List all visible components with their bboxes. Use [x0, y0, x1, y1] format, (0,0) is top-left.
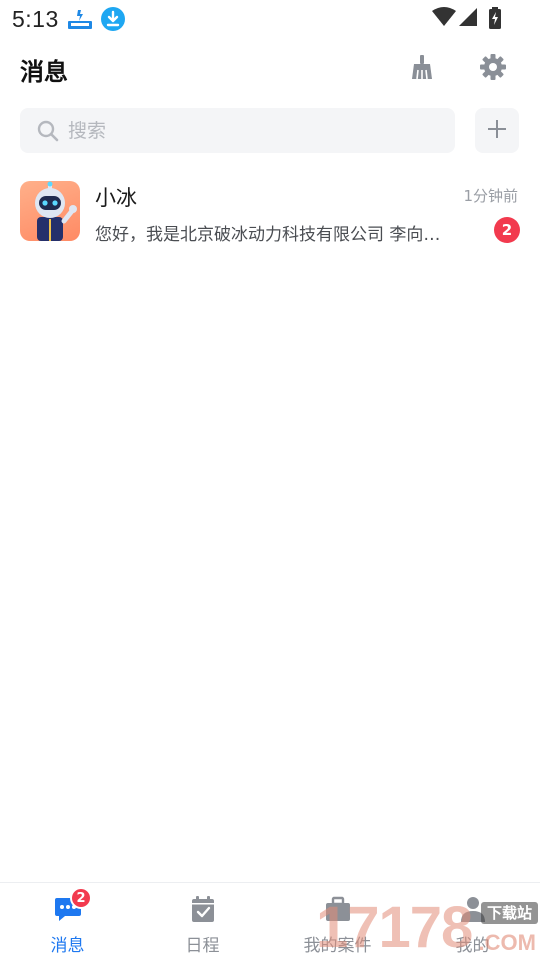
battery-charging-icon — [488, 7, 502, 33]
watermark-domain: .COM — [478, 930, 536, 955]
settings-button[interactable] — [476, 52, 510, 86]
calendar-check-icon — [188, 895, 218, 923]
watermark-number: 17178 — [316, 895, 473, 960]
search-box[interactable] — [20, 108, 455, 153]
tab-schedule[interactable]: 日程 — [135, 883, 270, 960]
app-notification-icon — [68, 8, 92, 30]
search-icon — [36, 119, 60, 147]
app-header: 消息 — [0, 44, 540, 94]
page-title: 消息 — [20, 58, 68, 86]
download-icon — [101, 7, 125, 31]
watermark-tag: 下载站 — [480, 902, 538, 924]
tab-label: 消息 — [50, 936, 85, 956]
tab-label: 日程 — [185, 936, 220, 956]
conversation-time: 1分钟前 — [463, 187, 518, 205]
unread-badge: 2 — [494, 217, 520, 243]
add-button[interactable] — [475, 108, 519, 153]
robot-avatar — [20, 181, 80, 241]
status-time: 5:13 — [12, 6, 59, 32]
tab-messages[interactable]: 2 消息 — [0, 883, 135, 960]
clear-unread-button[interactable] — [405, 52, 439, 86]
signal-icon — [458, 7, 478, 31]
conversation-preview: 您好，我是北京破冰动力科技有限公司 李向… — [95, 225, 441, 245]
broom-clear-icon — [409, 54, 435, 84]
conversation-name: 小冰 — [95, 186, 137, 210]
site-watermark: 17178 下载站 .COM — [316, 896, 540, 960]
wifi-icon — [432, 7, 456, 31]
search-input[interactable] — [68, 108, 438, 153]
plus-icon — [486, 118, 508, 144]
gear-icon — [479, 53, 507, 85]
status-bar: 5:13 — [0, 0, 540, 38]
tab-badge: 2 — [70, 887, 92, 909]
conversation-item[interactable]: 小冰 1分钟前 您好，我是北京破冰动力科技有限公司 李向… 2 — [0, 172, 540, 252]
